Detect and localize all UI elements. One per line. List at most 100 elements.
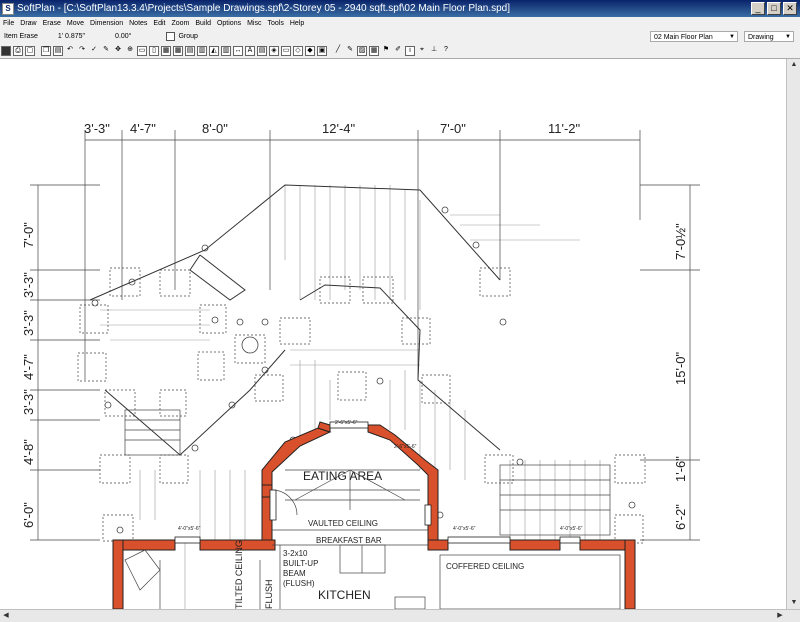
dim-left-1: 7'-0" (21, 222, 36, 248)
window-label-1: 4'-0"x5'-6" (178, 526, 201, 532)
dim-left-6: 4'-8" (21, 439, 36, 465)
softplan-app-icon[interactable]: S (2, 2, 14, 15)
chevron-down-icon: ▼ (785, 34, 791, 40)
symbol-icon[interactable]: ◈ (269, 46, 279, 56)
grid-icon[interactable]: ▦ (161, 46, 171, 56)
line-icon[interactable]: ╱ (333, 46, 343, 56)
kitchen-label: KITCHEN (318, 588, 371, 602)
dimension-icon[interactable]: ↔ (233, 46, 243, 56)
scroll-down-icon[interactable]: ▼ (788, 597, 800, 609)
view3d-icon[interactable]: ◇ (293, 46, 303, 56)
move-icon[interactable]: ✥ (113, 46, 123, 56)
dim-right-3: 1'-6" (673, 456, 688, 482)
maximize-button[interactable]: □ (767, 2, 781, 15)
dim-left-3: 3'-3" (21, 310, 36, 336)
snap-icon[interactable]: ⌖ (417, 46, 427, 56)
menu-help[interactable]: Help (287, 20, 307, 27)
dim-left-7: 6'-0" (21, 502, 36, 528)
scroll-right-icon[interactable]: ▶ (774, 610, 786, 622)
door-icon[interactable]: ▯ (149, 46, 159, 56)
text-icon[interactable]: A (245, 46, 255, 56)
beam-label-1: 3-2x10 (283, 549, 308, 558)
copy-icon[interactable]: ❐ (41, 46, 51, 56)
info-icon[interactable]: i (405, 46, 415, 56)
horizontal-scrollbar[interactable]: ◀ ▶ (0, 609, 800, 622)
post-footings (77, 267, 646, 544)
render-icon[interactable]: ◆ (305, 46, 315, 56)
distance-value[interactable]: 1' 0.875" (58, 33, 85, 40)
roof-outline (89, 184, 501, 456)
room-labels: EATING AREA VAULTED CEILING BREAKFAST BA… (178, 420, 583, 609)
window-label-4: 4'-0"x5'-6" (560, 526, 583, 532)
table-icon[interactable]: ▤ (185, 46, 195, 56)
lock-icon[interactable]: ▢ (25, 46, 35, 56)
flag-icon[interactable]: ⚑ (381, 46, 391, 56)
dim-top-1: 3'-3" (84, 121, 110, 136)
roof-icon[interactable]: ◭ (209, 46, 219, 56)
drawing-canvas[interactable]: 3'-3" 4'-7" 8'-0" 12'-4" 7'-0" 11'-2" 7'… (0, 59, 786, 610)
hatch-icon[interactable]: ▨ (357, 46, 367, 56)
menu-tools[interactable]: Tools (264, 20, 286, 27)
breakfast-bar-label: BREAKFAST BAR (316, 536, 382, 545)
grid2-icon[interactable]: ▦ (173, 46, 183, 56)
stairs-icon[interactable]: ▥ (197, 46, 207, 56)
menu-build[interactable]: Build (192, 20, 214, 27)
fill-icon[interactable]: ▦ (369, 46, 379, 56)
dim-top-5: 7'-0" (440, 121, 466, 136)
angle-value[interactable]: 0.00° (115, 33, 131, 40)
print-icon[interactable]: ⎙ (13, 46, 23, 56)
menu-erase[interactable]: Erase (40, 20, 64, 27)
group-checkbox[interactable] (166, 32, 176, 41)
menu-draw[interactable]: Draw (17, 20, 39, 27)
level-value: 02 Main Floor Plan (654, 34, 713, 41)
paste-icon[interactable]: ▤ (53, 46, 63, 56)
redo-icon[interactable]: ↷ (77, 46, 87, 56)
layer-icon[interactable]: ▤ (257, 46, 267, 56)
pencil-icon[interactable]: ✎ (101, 46, 111, 56)
view-dropdown[interactable]: Drawing ▼ (744, 31, 794, 42)
level-dropdown[interactable]: 02 Main Floor Plan ▼ (650, 31, 738, 42)
dim-top-3: 8'-0" (202, 121, 228, 136)
vertical-scrollbar[interactable]: ▲ ▼ (786, 59, 800, 609)
menu-misc[interactable]: Misc (244, 20, 264, 27)
menu-zoom[interactable]: Zoom (168, 20, 192, 27)
undo-icon[interactable]: ↶ (65, 46, 75, 56)
flush-label: FLUSH (264, 579, 274, 609)
measure-icon[interactable]: ▭ (281, 46, 291, 56)
wall-icon[interactable]: ▥ (221, 46, 231, 56)
help-icon[interactable]: ? (441, 46, 451, 56)
scroll-up-icon[interactable]: ▲ (788, 59, 800, 71)
save-icon[interactable] (1, 46, 11, 56)
dim-right-4: 6'-2" (673, 504, 688, 530)
edit-icon[interactable]: ✐ (393, 46, 403, 56)
dim-left-2: 3'-3" (21, 272, 36, 298)
dim-right-1: 7'-0½" (673, 223, 688, 260)
left-dimensions: 7'-0" 3'-3" 3'-3" 4'-7" 3'-3" 4'-8" 6'-0… (21, 222, 36, 528)
close-button[interactable]: ✕ (783, 2, 797, 15)
menu-options[interactable]: Options (214, 20, 244, 27)
beam-label-3: BEAM (283, 569, 306, 578)
window-icon[interactable]: ▭ (137, 46, 147, 56)
view-value: Drawing (748, 34, 774, 41)
pen-icon[interactable]: ✎ (345, 46, 355, 56)
ortho-icon[interactable]: ⊥ (429, 46, 439, 56)
menu-file[interactable]: File (0, 20, 17, 27)
dim-top-6: 11'-2" (548, 121, 581, 136)
window-label-3: 4'-0"x5'-6" (453, 526, 476, 532)
menu-notes[interactable]: Notes (126, 20, 150, 27)
tilted-ceiling-label: TILTED CEILING (234, 540, 244, 609)
dim-top-4: 12'-4" (322, 121, 356, 136)
elevation-icon[interactable]: ▣ (317, 46, 327, 56)
minimize-button[interactable]: _ (751, 2, 765, 15)
check-icon[interactable]: ✓ (89, 46, 99, 56)
scroll-left-icon[interactable]: ◀ (0, 610, 12, 622)
menu-edit[interactable]: Edit (150, 20, 168, 27)
dim-top-2: 4'-7" (130, 121, 156, 136)
zoom-icon[interactable]: ⊕ (125, 46, 135, 56)
menu-dimension[interactable]: Dimension (87, 20, 126, 27)
group-label: Group (178, 33, 198, 40)
top-dimensions: 3'-3" 4'-7" 8'-0" 12'-4" 7'-0" 11'-2" (84, 121, 581, 136)
floor-plan-drawing[interactable]: 3'-3" 4'-7" 8'-0" 12'-4" 7'-0" 11'-2" 7'… (0, 59, 786, 610)
menu-move[interactable]: Move (64, 20, 87, 27)
dim-left-5: 3'-3" (21, 389, 36, 415)
